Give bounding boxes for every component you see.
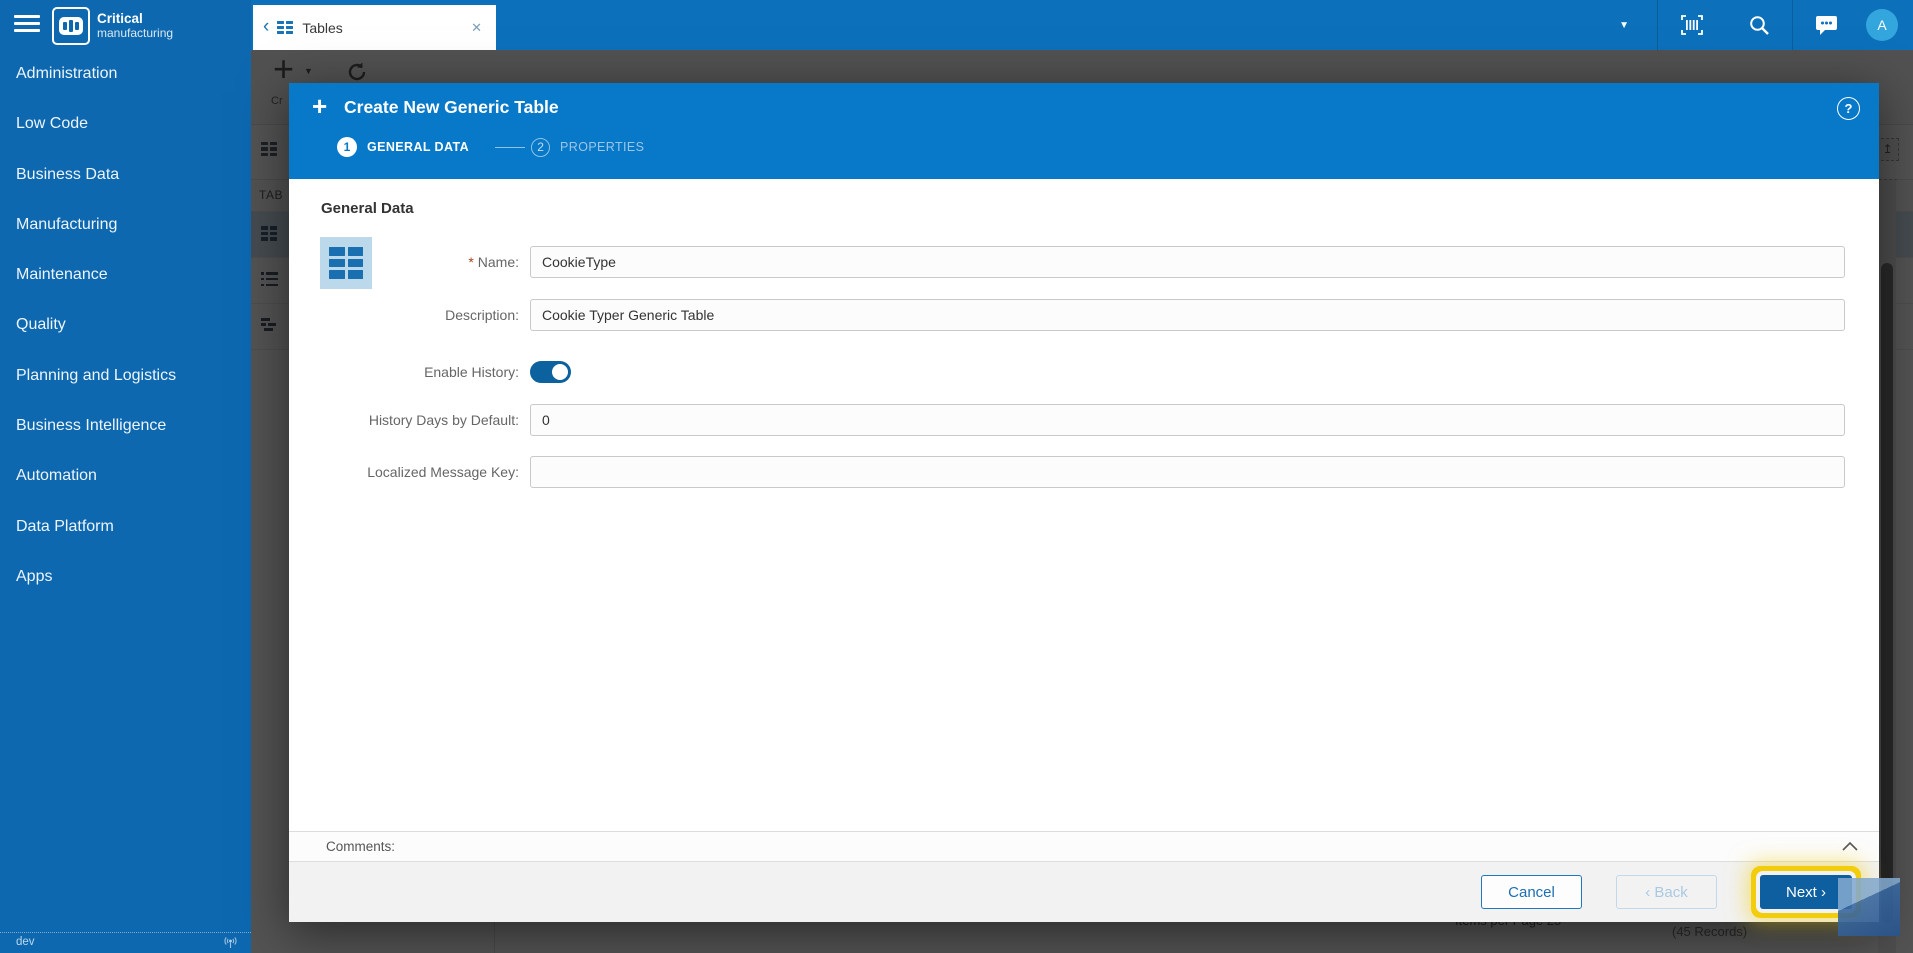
required-marker: * xyxy=(468,254,474,270)
comments-collapse-icon[interactable] xyxy=(1841,839,1859,857)
tab-tables[interactable]: ‹ Tables ✕ xyxy=(253,5,496,50)
description-label: Description: xyxy=(445,307,519,323)
step-2-label[interactable]: PROPERTIES xyxy=(560,140,644,154)
next-chevron-icon: › xyxy=(1821,883,1826,901)
sidebar-footer: dev xyxy=(0,932,251,953)
history-days-label: History Days by Default: xyxy=(368,412,519,428)
description-field-row: Description: xyxy=(289,299,1845,331)
connectivity-icon xyxy=(223,936,238,953)
logo-glyph-icon xyxy=(59,17,83,35)
tab-close-icon[interactable]: ✕ xyxy=(457,20,496,36)
tab-grid-icon xyxy=(277,21,294,34)
chat-icon[interactable] xyxy=(1793,13,1860,37)
toggle-knob xyxy=(552,364,568,380)
search-icon[interactable] xyxy=(1726,13,1792,37)
tab-label: Tables xyxy=(302,19,343,36)
comments-section[interactable]: Comments: xyxy=(289,831,1879,862)
tab-back-chevron-icon[interactable]: ‹ xyxy=(253,16,277,40)
step-2-circle[interactable]: 2 xyxy=(531,137,551,157)
enable-history-label: Enable History: xyxy=(424,364,519,380)
sidebar-item-business-intelligence[interactable]: Business Intelligence xyxy=(0,401,251,451)
help-icon[interactable]: ? xyxy=(1837,97,1860,120)
screen-highlight-overlay xyxy=(1838,878,1900,936)
brand-line1: Critical xyxy=(97,11,143,26)
sidebar-item-business-data[interactable]: Business Data xyxy=(0,150,251,200)
sidebar-item-maintenance[interactable]: Maintenance xyxy=(0,250,251,300)
localized-message-key-input[interactable] xyxy=(530,456,1845,488)
barcode-scanner-icon[interactable] xyxy=(1658,13,1726,37)
sidebar-item-low-code[interactable]: Low Code xyxy=(0,99,251,149)
application-window: + ▼ Cr ↥ TAB Items per Page 25 (45 Recor… xyxy=(0,0,1913,953)
name-label: * Name: xyxy=(468,254,519,270)
environment-label: dev xyxy=(16,936,35,948)
expand-menu-caret-icon[interactable]: ▼ xyxy=(1591,20,1657,31)
step-1-circle[interactable]: 1 xyxy=(337,137,357,157)
modal-body: General Data *Name: Description: Enable … xyxy=(289,179,1879,779)
step-1-label[interactable]: GENERAL DATA xyxy=(367,140,469,154)
brand-line2: manufacturing xyxy=(97,25,174,40)
sidebar-nav: Administration Low Code Business Data Ma… xyxy=(0,49,251,602)
sidebar-item-automation[interactable]: Automation xyxy=(0,451,251,501)
sidebar-item-administration[interactable]: Administration xyxy=(0,49,251,99)
back-button: ‹ Back xyxy=(1616,875,1717,909)
brand-text: Critical manufacturing xyxy=(97,11,173,40)
modal-header: + Create New Generic Table ? 1 GENERAL D… xyxy=(289,83,1879,179)
sidebar-item-quality[interactable]: Quality xyxy=(0,300,251,350)
wizard-steps: 1 GENERAL DATA 2 PROPERTIES xyxy=(337,137,644,157)
description-input[interactable] xyxy=(530,299,1845,331)
main-sidebar: Critical manufacturing Administration Lo… xyxy=(0,0,251,953)
enable-history-toggle[interactable] xyxy=(530,361,571,383)
sidebar-item-apps[interactable]: Apps xyxy=(0,552,251,602)
name-input[interactable] xyxy=(530,246,1845,278)
create-generic-table-modal: + Create New Generic Table ? 1 GENERAL D… xyxy=(289,83,1879,922)
name-field-row: * Name: xyxy=(289,246,1845,278)
localized-message-key-label: Localized Message Key: xyxy=(367,464,519,480)
critical-manufacturing-logo[interactable] xyxy=(52,7,90,45)
sidebar-item-data-platform[interactable]: Data Platform xyxy=(0,502,251,552)
create-plus-icon: + xyxy=(312,91,328,121)
topbar: ‹ Tables ✕ ▼ A xyxy=(251,0,1913,50)
step-connector xyxy=(495,146,526,148)
localized-message-key-field-row: Localized Message Key: xyxy=(289,456,1845,488)
topbar-actions: ▼ A xyxy=(1591,0,1913,50)
modal-title: Create New Generic Table xyxy=(344,97,559,117)
sidebar-item-planning-and-logistics[interactable]: Planning and Logistics xyxy=(0,351,251,401)
avatar[interactable]: A xyxy=(1866,9,1898,41)
history-days-field-row: History Days by Default: xyxy=(289,404,1845,436)
comments-label: Comments: xyxy=(326,839,396,854)
hamburger-menu-icon[interactable] xyxy=(14,15,40,33)
history-days-input[interactable] xyxy=(530,404,1845,436)
modal-footer: Cancel ‹ Back Next › xyxy=(289,862,1879,922)
cancel-button[interactable]: Cancel xyxy=(1481,875,1582,909)
enable-history-field-row: Enable History: xyxy=(289,356,1845,388)
back-chevron-icon: ‹ xyxy=(1645,883,1651,901)
sidebar-item-manufacturing[interactable]: Manufacturing xyxy=(0,200,251,250)
section-title: General Data xyxy=(321,200,414,217)
